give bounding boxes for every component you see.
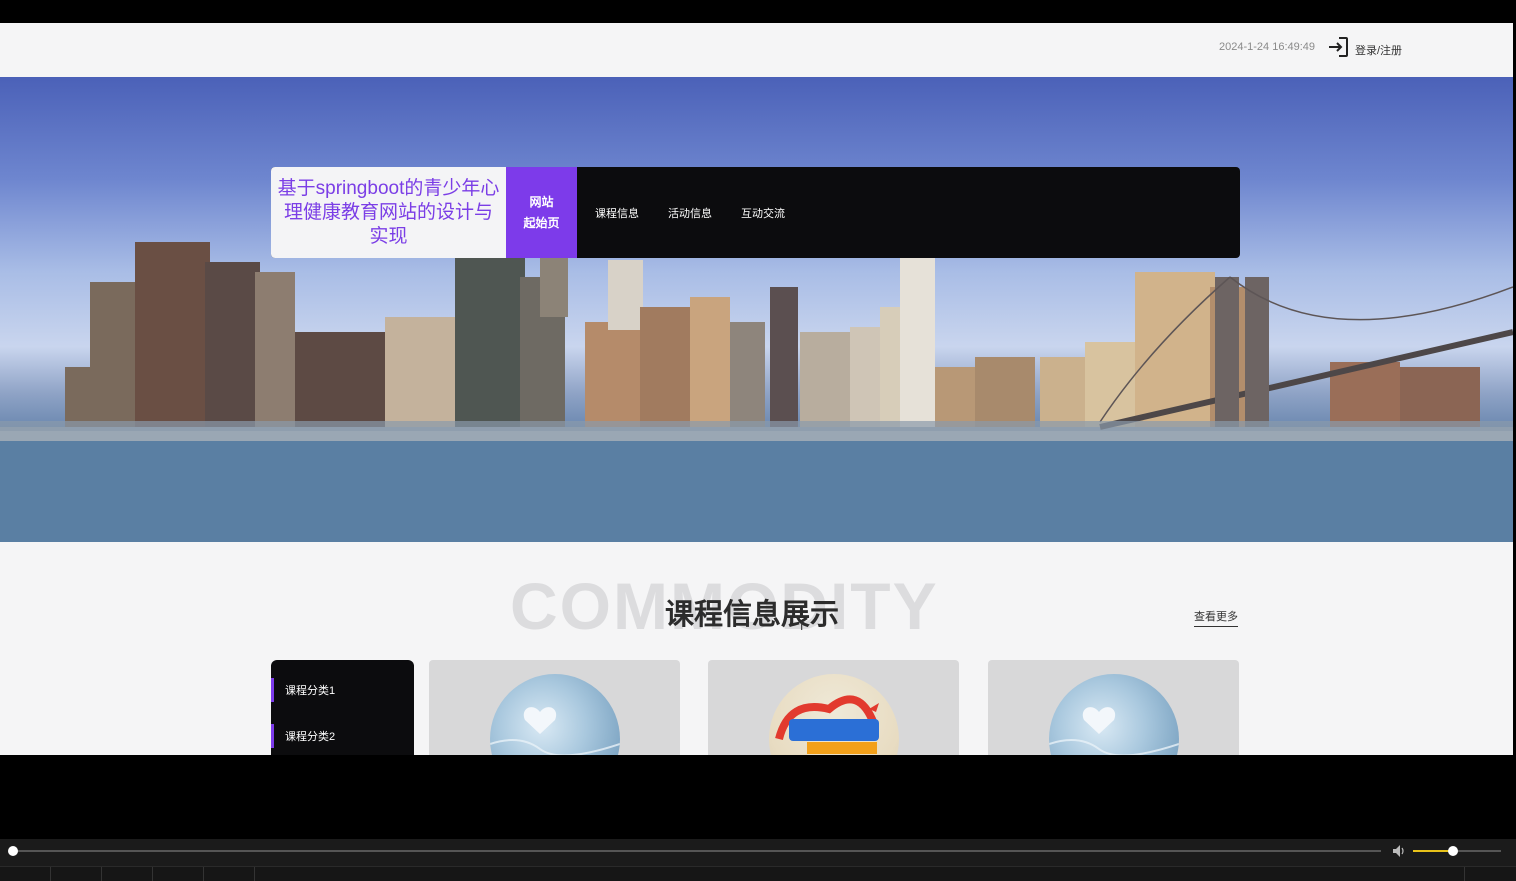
nav-menu: 课程信息 活动信息 互动交流: [595, 205, 785, 221]
heart-image: [1049, 674, 1179, 755]
category-label: 课程分类1: [285, 685, 336, 697]
taskbar-strip: [0, 866, 1516, 881]
current-datetime: 2024-1-24 16:49:49: [1219, 41, 1316, 53]
web-page: 2024-1-24 16:49:49 登录/注册 基于springboot的青少…: [0, 23, 1513, 755]
volume-level-fill: [1413, 850, 1453, 852]
nav-item-activities[interactable]: 活动信息: [668, 205, 712, 221]
video-letterbox: [0, 755, 1516, 839]
category-marker: [271, 724, 274, 748]
city-skyline-image: [0, 237, 1513, 542]
category-item-2[interactable]: 课程分类2: [271, 724, 414, 748]
site-title[interactable]: 基于springboot的青少年心理健康教育网站的设计与实现: [271, 167, 506, 258]
home-line1: 网站: [529, 194, 554, 209]
seek-bar[interactable]: [13, 850, 1381, 852]
top-bar: 2024-1-24 16:49:49 登录/注册: [0, 23, 1513, 77]
hero-carousel[interactable]: 基于springboot的青少年心理健康教育网站的设计与实现 网站 起始页 课程…: [0, 77, 1513, 542]
category-panel: 课程分类1 课程分类2: [271, 660, 414, 755]
taskbar-divider: [101, 867, 102, 881]
taskbar-divider: [254, 867, 255, 881]
course-card-3[interactable]: [988, 660, 1239, 755]
login-icon: [1327, 36, 1349, 63]
taskbar-divider: [152, 867, 153, 881]
taskbar-divider: [50, 867, 51, 881]
nav-item-courses[interactable]: 课程信息: [595, 205, 639, 221]
login-register-label: 登录/注册: [1355, 44, 1403, 57]
main-nav: 基于springboot的青少年心理健康教育网站的设计与实现 网站 起始页 课程…: [271, 167, 1240, 258]
taskbar-divider: [1464, 867, 1465, 881]
course-card-1[interactable]: [429, 660, 680, 755]
course-card-2[interactable]: [708, 660, 959, 755]
nav-item-home[interactable]: 网站 起始页: [506, 167, 577, 258]
seek-handle[interactable]: [8, 846, 18, 856]
taskbar-divider: [203, 867, 204, 881]
text-cursor-icon: I: [800, 619, 804, 633]
event-poster-image: [769, 674, 899, 755]
category-label: 课程分类2: [285, 731, 336, 743]
login-register-link[interactable]: 登录/注册: [1327, 36, 1402, 63]
home-line2: 起始页: [523, 215, 560, 230]
section-title: 课程信息展示: [665, 599, 840, 631]
category-marker: [271, 678, 274, 702]
volume-handle[interactable]: [1447, 846, 1458, 856]
view-more-link[interactable]: 查看更多: [1194, 608, 1238, 627]
nav-item-forum[interactable]: 互动交流: [741, 205, 785, 221]
category-item-1[interactable]: 课程分类1: [271, 678, 414, 702]
heart-image: [490, 674, 620, 755]
volume-icon[interactable]: [1392, 844, 1408, 863]
